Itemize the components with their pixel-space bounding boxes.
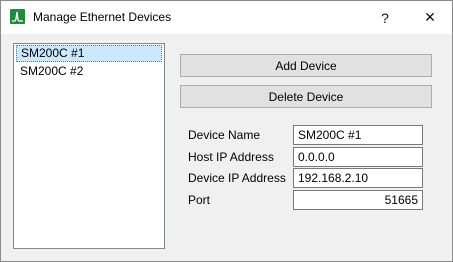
device-name-field[interactable] — [293, 125, 423, 145]
port-label: Port — [188, 193, 211, 207]
host-ip-field[interactable] — [293, 147, 423, 167]
window-title: Manage Ethernet Devices — [33, 10, 172, 24]
list-item[interactable]: SM200C #1 — [16, 45, 162, 62]
list-item[interactable]: SM200C #2 — [16, 63, 162, 80]
port-field[interactable] — [293, 190, 423, 210]
help-button[interactable]: ? — [363, 1, 407, 34]
device-name-label: Device Name — [188, 128, 261, 142]
device-list[interactable]: SM200C #1 SM200C #2 — [13, 43, 165, 249]
host-ip-label: Host IP Address — [188, 150, 274, 164]
manage-ethernet-devices-dialog: Manage Ethernet Devices ? ✕ SM200C #1 SM… — [0, 0, 453, 262]
app-waveform-icon — [10, 9, 25, 24]
device-ip-label: Device IP Address — [188, 171, 286, 185]
dialog-body: SM200C #1 SM200C #2 Add Device Delete De… — [1, 34, 452, 261]
add-device-button[interactable]: Add Device — [180, 54, 432, 77]
close-button[interactable]: ✕ — [408, 1, 452, 34]
delete-device-button[interactable]: Delete Device — [180, 85, 432, 108]
device-ip-field[interactable] — [293, 168, 423, 188]
title-bar[interactable]: Manage Ethernet Devices ? ✕ — [1, 1, 452, 34]
